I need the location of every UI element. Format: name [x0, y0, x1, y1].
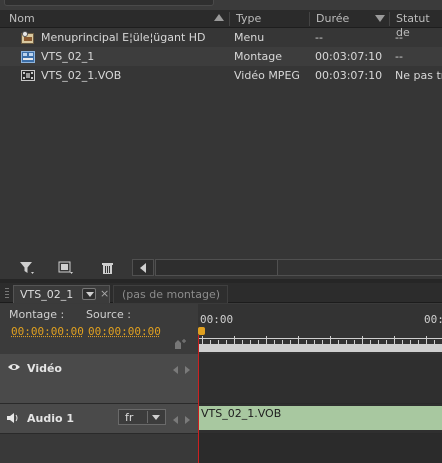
scroll-left-button[interactable]: [132, 259, 154, 276]
prev-keyframe-icon[interactable]: [173, 366, 178, 374]
eye-icon[interactable]: [7, 362, 21, 375]
playhead-line: [198, 335, 199, 463]
grip-icon[interactable]: [5, 288, 9, 298]
tab-sequence[interactable]: VTS_02_1 ×: [13, 285, 110, 303]
ruler-label-start: 00:00: [200, 313, 233, 326]
add-marker-icon[interactable]: [174, 338, 188, 350]
video-icon: [21, 69, 35, 82]
prev-keyframe-icon[interactable]: [173, 416, 178, 424]
select-separator: [147, 411, 148, 423]
clip-label: VTS_02_1.VOB: [201, 407, 281, 420]
chevron-down-icon[interactable]: [82, 288, 96, 300]
track-name: Audio 1: [27, 412, 74, 425]
timeline-tab-bar: VTS_02_1 × (pas de montage): [0, 283, 442, 303]
next-keyframe-icon[interactable]: [185, 366, 190, 374]
list-item[interactable]: Menuprincipal E¦üle¦ügant HD Menu -- --: [0, 28, 442, 47]
close-icon[interactable]: ×: [100, 287, 109, 300]
sort-descending-icon[interactable]: [375, 15, 385, 22]
row-type: Montage: [234, 47, 309, 66]
row-status: Ne pas tr: [395, 66, 442, 85]
column-name-label: Nom: [9, 12, 35, 25]
sequence-icon: [21, 50, 35, 63]
column-type-label: Type: [236, 12, 261, 25]
new-item-icon[interactable]: [58, 261, 74, 275]
row-duration: 00:03:07:10: [315, 47, 389, 66]
horizontal-scrollbar-thumb[interactable]: [155, 259, 278, 276]
source-label: Source :: [86, 308, 131, 321]
tab-no-sequence-label: (pas de montage): [122, 288, 220, 301]
column-status[interactable]: Statut de: [389, 12, 442, 26]
row-status: --: [395, 47, 442, 66]
next-keyframe-icon[interactable]: [185, 416, 190, 424]
row-status: --: [395, 28, 442, 47]
ruler-label-next: 00:0: [424, 313, 442, 326]
row-type: Menu: [234, 28, 309, 47]
tab-sequence-label: VTS_02_1: [20, 288, 73, 301]
horizontal-scrollbar-track[interactable]: [278, 259, 442, 276]
track-nav-arrows[interactable]: [171, 414, 195, 426]
montage-timecode[interactable]: 00:00:00:00: [11, 325, 84, 338]
row-name: VTS_02_1: [41, 47, 227, 66]
chevron-down-icon[interactable]: [152, 415, 160, 420]
timeline-empty-header: [0, 434, 198, 463]
track-area-video[interactable]: [198, 354, 442, 404]
list-item[interactable]: VTS_02_1.VOB Vidéo MPEG 00:03:07:10 Ne p…: [0, 66, 442, 85]
row-type: Vidéo MPEG: [234, 66, 309, 85]
sort-ascending-icon[interactable]: [214, 14, 224, 21]
list-item[interactable]: VTS_02_1 Montage 00:03:07:10 --: [0, 47, 442, 66]
column-type[interactable]: Type: [229, 12, 309, 26]
language-value: fr: [125, 411, 133, 424]
row-name: Menuprincipal E¦üle¦ügant HD: [41, 28, 227, 47]
audio-clip[interactable]: VTS_02_1.VOB: [198, 406, 442, 430]
timecode-area: Montage : 00:00:00:00 Source : 00:00:00:…: [0, 304, 198, 354]
time-ruler[interactable]: 00:00 00:0: [198, 304, 442, 354]
menu-icon: [21, 31, 35, 44]
column-header: Nom Type Durée Statut de: [0, 10, 442, 28]
column-name[interactable]: Nom: [0, 12, 228, 26]
row-duration: --: [315, 28, 389, 47]
project-panel: Nom Type Durée Statut de Menuprincipal E…: [0, 0, 442, 283]
montage-label: Montage :: [9, 308, 64, 321]
search-field[interactable]: [4, 0, 214, 6]
ruler-work-area[interactable]: [198, 344, 442, 352]
track-nav-arrows[interactable]: [171, 364, 195, 376]
column-duration-label: Durée: [316, 12, 349, 25]
tab-no-sequence[interactable]: (pas de montage): [113, 285, 228, 303]
track-header-audio[interactable]: Audio 1 fr: [0, 404, 198, 434]
row-duration: 00:03:07:10: [315, 66, 389, 85]
trash-icon[interactable]: [100, 261, 116, 275]
track-header-video[interactable]: Vidéo: [0, 354, 198, 404]
track-area-audio[interactable]: VTS_02_1.VOB: [198, 404, 442, 434]
row-name: VTS_02_1.VOB: [41, 66, 227, 85]
language-select[interactable]: fr: [118, 409, 166, 425]
funnel-icon[interactable]: [19, 261, 35, 275]
track-name: Vidéo: [27, 362, 62, 375]
timeline-empty-area: [0, 434, 442, 463]
project-toolbar: [0, 257, 442, 279]
speaker-icon[interactable]: [6, 412, 20, 427]
source-timecode[interactable]: 00:00:00:00: [88, 325, 161, 338]
project-top-strip: [0, 0, 442, 10]
playhead-handle[interactable]: [198, 327, 205, 335]
